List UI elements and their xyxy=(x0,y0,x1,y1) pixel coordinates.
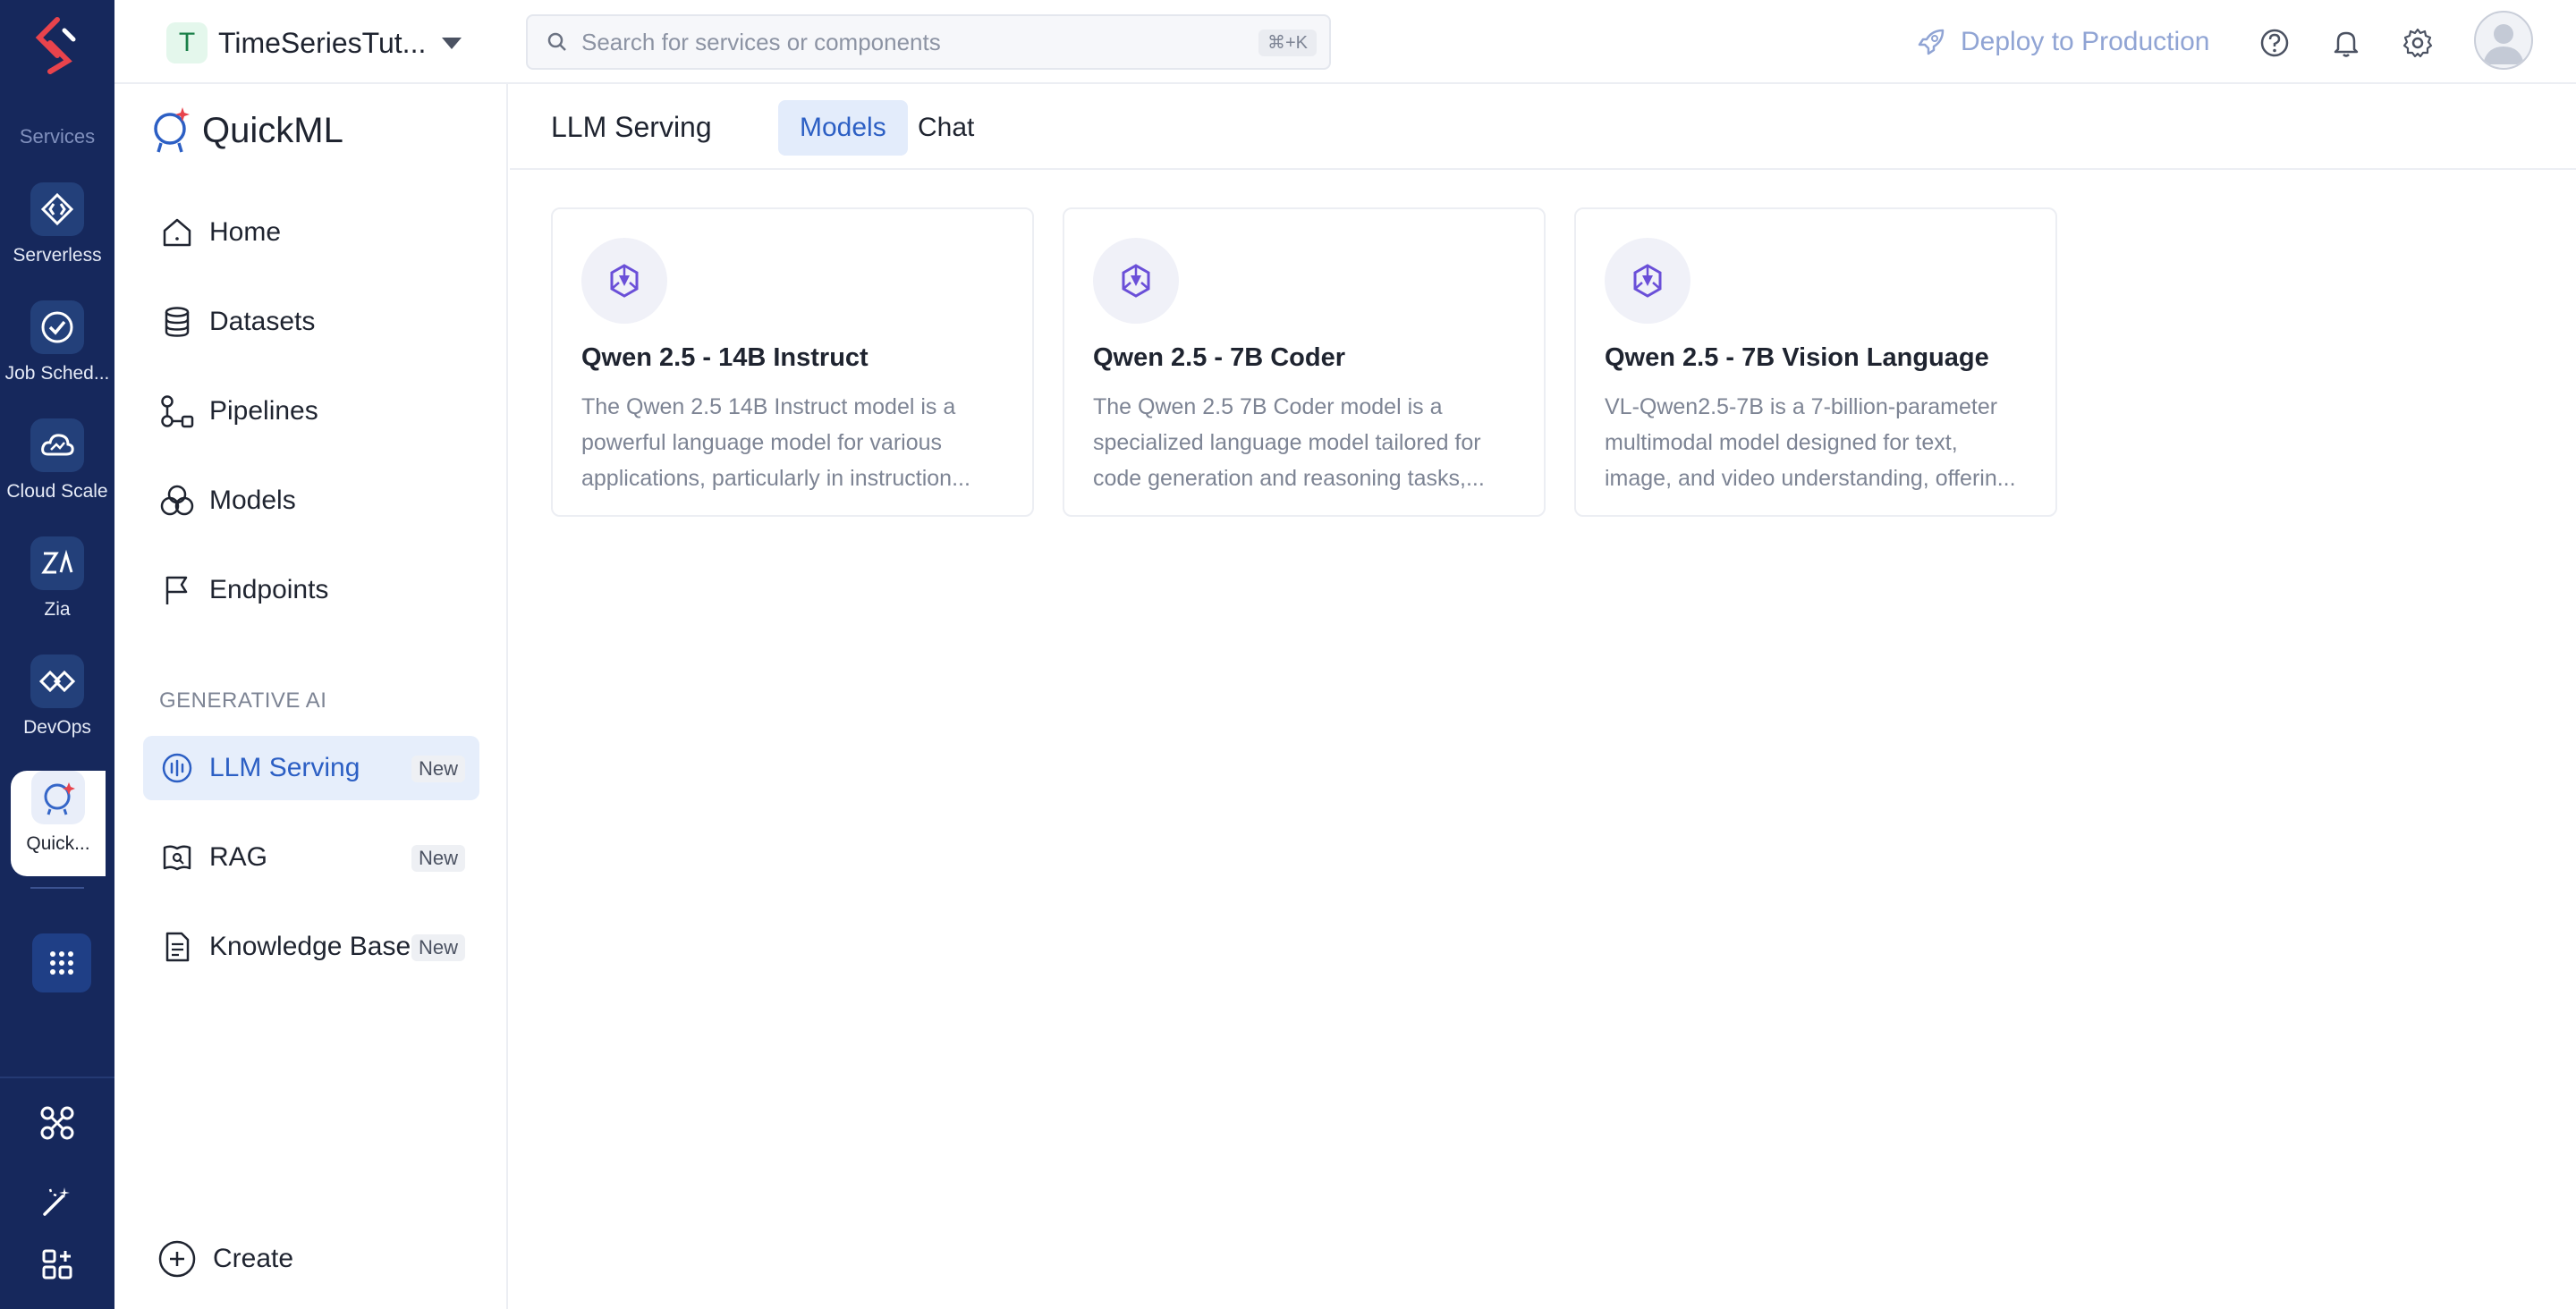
rail-item-zia[interactable]: Zia xyxy=(0,536,114,642)
new-badge: New xyxy=(411,934,465,961)
grid-icon xyxy=(50,951,73,975)
project-switcher[interactable]: T TimeSeriesTut... xyxy=(166,21,462,64)
sidebar-item-label: Home xyxy=(209,217,282,247)
sidebar-item-endpoints[interactable]: Endpoints xyxy=(143,558,479,622)
rail-item-label: Serverless xyxy=(13,245,102,266)
magic-wand-icon[interactable] xyxy=(36,1180,79,1223)
new-badge: New xyxy=(411,845,465,872)
flag-icon xyxy=(157,570,197,610)
main-header: LLM Serving Models Chat xyxy=(510,84,2576,170)
card-description: The Qwen 2.5 14B Instruct model is a pow… xyxy=(581,394,970,491)
help-icon[interactable] xyxy=(2255,23,2294,63)
quickml-sidebar: QuickML Home Datasets Pipelines Models E… xyxy=(114,84,508,1309)
sidebar-item-label: Pipelines xyxy=(209,396,318,426)
database-icon xyxy=(157,302,197,342)
rail-item-label: Cloud Scale xyxy=(6,481,108,502)
model-card-qwen-7b-coder[interactable]: Qwen 2.5 - 7B Coder The Qwen 2.5 7B Code… xyxy=(1063,207,1546,517)
sidebar-item-label: LLM Serving xyxy=(209,753,360,782)
card-description: VL-Qwen2.5-7B is a 7-billion-parameter m… xyxy=(1605,394,2016,491)
model-card-qwen-7b-vision-language[interactable]: Qwen 2.5 - 7B Vision Language VL-Qwen2.5… xyxy=(1574,207,2057,517)
gear-icon[interactable] xyxy=(2398,23,2437,63)
main-content: LLM Serving Models Chat Qwen 2.5 - 14B I… xyxy=(510,84,2576,1309)
job-scheduling-icon xyxy=(30,300,84,354)
sidebar-item-label: Datasets xyxy=(209,307,316,336)
card-title: Qwen 2.5 - 14B Instruct xyxy=(581,343,869,372)
sidebar-item-label: Models xyxy=(209,486,296,515)
deploy-to-production-button[interactable]: Deploy to Production xyxy=(1916,20,2210,64)
qwen-logo-icon xyxy=(1093,238,1179,324)
card-title: Qwen 2.5 - 7B Vision Language xyxy=(1605,343,1989,372)
rail-divider xyxy=(0,1077,114,1078)
project-name: TimeSeriesTut... xyxy=(218,26,424,59)
model-card-qwen-14b-instruct[interactable]: Qwen 2.5 - 14B Instruct The Qwen 2.5 14B… xyxy=(551,207,1034,517)
new-badge: New xyxy=(411,756,465,782)
create-button[interactable]: Create xyxy=(157,1236,293,1282)
sidebar-item-home[interactable]: Home xyxy=(143,200,479,265)
sidebar-item-models[interactable]: Models xyxy=(143,469,479,533)
tab-models[interactable]: Models xyxy=(778,100,908,156)
pipeline-icon xyxy=(157,392,197,431)
qwen-logo-icon xyxy=(581,238,667,324)
plus-circle-icon xyxy=(158,1240,196,1278)
create-label: Create xyxy=(213,1244,294,1273)
section-label-generative-ai: GENERATIVE AI xyxy=(159,688,327,713)
rocket-icon xyxy=(1918,29,1945,55)
rail-item-job-scheduling[interactable]: Job Sched... xyxy=(0,300,114,406)
add-widget-icon[interactable] xyxy=(36,1243,79,1286)
models-icon xyxy=(157,481,197,520)
rail-item-quickml[interactable]: Quick... xyxy=(11,771,106,876)
quickml-icon xyxy=(31,771,85,824)
project-initial: T xyxy=(166,22,208,63)
rail-item-cloud-scale[interactable]: Cloud Scale xyxy=(0,418,114,524)
home-icon xyxy=(157,213,197,252)
sidebar-item-rag[interactable]: RAG New xyxy=(143,825,479,890)
sidebar-item-pipelines[interactable]: Pipelines xyxy=(143,379,479,443)
sidebar-item-label: Endpoints xyxy=(209,575,329,604)
services-rail: Services Serverless Job Sched... Cloud S… xyxy=(0,0,114,1309)
brand-name: QuickML xyxy=(202,110,343,150)
document-icon xyxy=(157,927,197,967)
sidebar-item-datasets[interactable]: Datasets xyxy=(143,290,479,354)
serverless-icon xyxy=(30,182,84,236)
tab-chat[interactable]: Chat xyxy=(896,100,996,156)
card-title: Qwen 2.5 - 7B Coder xyxy=(1093,343,1346,372)
rail-item-serverless[interactable]: Serverless xyxy=(0,182,114,288)
deploy-label: Deploy to Production xyxy=(1961,27,2210,56)
caret-down-icon xyxy=(442,37,462,49)
sidebar-item-knowledge-base[interactable]: Knowledge Base New xyxy=(143,915,479,979)
brand: QuickML xyxy=(150,104,343,157)
quickml-logo-icon xyxy=(154,107,190,153)
rail-divider xyxy=(30,887,84,889)
sidebar-item-label: RAG xyxy=(209,842,268,872)
zia-icon xyxy=(30,536,84,590)
user-icon xyxy=(2483,24,2524,64)
search-box[interactable]: ⌘+K xyxy=(526,14,1331,70)
search-input[interactable] xyxy=(581,28,1261,56)
user-avatar[interactable] xyxy=(2474,11,2533,70)
llm-serving-icon xyxy=(157,748,197,788)
search-shortcut: ⌘+K xyxy=(1258,30,1317,56)
qwen-logo-icon xyxy=(1605,238,1690,324)
search-icon xyxy=(547,32,566,51)
devops-icon xyxy=(30,654,84,708)
top-bar: T TimeSeriesTut... ⌘+K Deploy to Product… xyxy=(114,0,2576,84)
rag-icon xyxy=(157,838,197,877)
integrations-icon[interactable] xyxy=(36,1102,79,1144)
cloud-scale-icon xyxy=(30,418,84,472)
all-services-button[interactable] xyxy=(32,933,91,992)
card-description: The Qwen 2.5 7B Coder model is a special… xyxy=(1093,394,1485,491)
sidebar-item-llm-serving[interactable]: LLM Serving New xyxy=(143,736,479,800)
rail-item-label: Job Sched... xyxy=(4,363,110,384)
catalyst-logo-icon[interactable] xyxy=(30,16,84,75)
rail-item-label: Quick... xyxy=(26,833,90,854)
rail-item-label: Zia xyxy=(44,599,71,620)
rail-heading: Services xyxy=(19,125,96,148)
bell-icon[interactable] xyxy=(2326,23,2366,63)
sidebar-item-label: Knowledge Base xyxy=(209,932,411,961)
page-title: LLM Serving xyxy=(551,111,712,143)
rail-item-label: DevOps xyxy=(23,717,91,738)
rail-item-devops[interactable]: DevOps xyxy=(0,654,114,760)
